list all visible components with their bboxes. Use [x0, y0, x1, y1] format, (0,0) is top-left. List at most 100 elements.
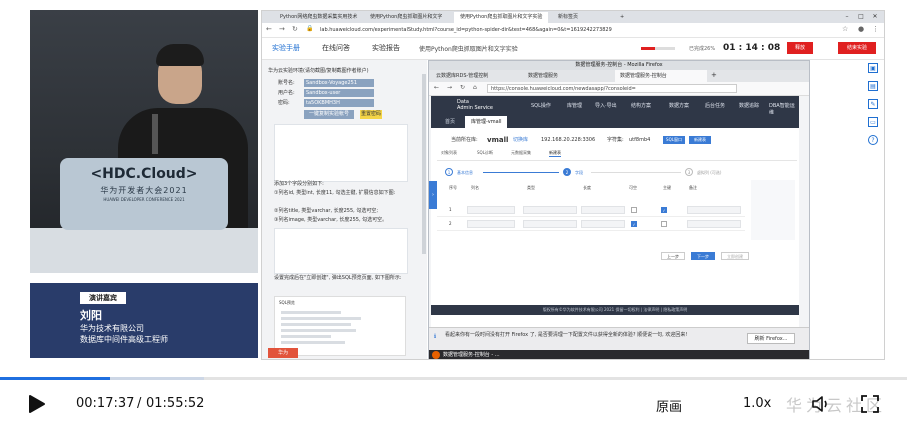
volume-icon[interactable]	[811, 395, 831, 417]
fullscreen-icon[interactable]	[860, 394, 880, 418]
reset-password-button[interactable]: 重置密码	[360, 110, 382, 119]
column-name-input[interactable]	[467, 220, 515, 228]
firefox-tab[interactable]: 云数据库RDS-管理控制	[431, 70, 521, 82]
subtab-db-vmall[interactable]: 库管理-vmall	[465, 116, 508, 128]
code-line	[281, 329, 356, 332]
home-icon[interactable]: ⌂	[473, 84, 477, 91]
inner-tab-active[interactable]: 新建表	[549, 150, 561, 157]
comment-input[interactable]	[687, 206, 741, 214]
new-table-button[interactable]: 新建表	[689, 136, 711, 144]
firefox-tab[interactable]: 数据管理服务	[523, 70, 613, 82]
step-connector	[591, 172, 681, 173]
new-tab-button[interactable]: +	[614, 12, 628, 23]
nav-item[interactable]: SQL操作	[531, 102, 551, 109]
lock-icon: 🔒	[306, 25, 314, 32]
copy-account-button[interactable]: 一键复制实验帐号	[304, 110, 354, 119]
nullable-checkbox[interactable]	[631, 207, 637, 213]
comment-input[interactable]	[687, 220, 741, 228]
maximize-icon[interactable]: □	[854, 11, 868, 23]
speaker-name: 刘阳	[80, 309, 102, 322]
document-icon[interactable]: ▤	[868, 81, 878, 91]
inner-tab[interactable]: 元数据采集	[511, 150, 531, 156]
browser-tab[interactable]: 新标签页	[552, 12, 612, 23]
tab-report[interactable]: 实验报告	[372, 43, 400, 53]
star-icon[interactable]: ☆	[842, 25, 848, 33]
db-name: vmall	[487, 136, 509, 144]
nav-item[interactable]: 后台任务	[705, 102, 725, 109]
play-icon[interactable]	[28, 394, 46, 418]
primary-key-checkbox[interactable]	[661, 221, 667, 227]
tab-manual[interactable]: 实验手册	[272, 43, 300, 53]
column-type-select[interactable]	[523, 206, 577, 214]
nav-item[interactable]: 数据方案	[669, 102, 689, 109]
speaker-company: 华为技术有限公司	[80, 324, 144, 333]
instruction-scrollbar[interactable]	[422, 74, 426, 254]
close-icon[interactable]: ✕	[868, 11, 882, 23]
firefox-url-field[interactable]: https://console.huaweicloud.com/newdasap…	[487, 84, 737, 93]
column-length-input[interactable]	[581, 206, 625, 214]
column-length-input[interactable]	[581, 220, 625, 228]
reload-icon[interactable]: ↻	[460, 84, 465, 91]
quality-button[interactable]: 原画	[656, 396, 682, 415]
nav-item[interactable]: 导入·导出	[595, 102, 617, 109]
lab-progress-track	[655, 47, 675, 50]
das-top-nav: Data Admin Service SQL操作 库管理 导入·导出 结构方案 数…	[431, 96, 799, 116]
edit-icon[interactable]: ✎	[868, 99, 878, 109]
refresh-firefox-button[interactable]: 刷新 Firefox...	[747, 333, 795, 344]
primary-key-checkbox[interactable]: ✓	[661, 207, 667, 213]
firefox-tab-active[interactable]: 数据管理服务-控制台	[615, 70, 707, 82]
nav-item[interactable]: 结构方案	[631, 102, 651, 109]
minimize-icon[interactable]: –	[840, 11, 854, 23]
taskbar-item[interactable]: 数据管理服务-控制台 - ...	[443, 351, 500, 359]
screen-share: Python网络爬虫数据采集实用技术 使用Python爬虫抓取图片和文字 使用P…	[261, 10, 885, 360]
row-index: 2	[449, 221, 452, 226]
forward-icon[interactable]: →	[447, 84, 452, 91]
podium-title: <HDC.Cloud>	[90, 166, 198, 182]
inner-tab[interactable]: 对象列表	[441, 150, 457, 156]
speaker-name-card: 演讲嘉宾 刘阳 华为技术有限公司 数据库中间件高级工程师	[30, 283, 258, 358]
account-icon[interactable]: ●	[858, 25, 864, 33]
video-stage[interactable]: <HDC.Cloud> 华为开发者大会2021 HUAWEI DEVELOPER…	[0, 0, 907, 378]
column-type-select[interactable]	[523, 220, 577, 228]
table-row[interactable]: 2 ✓	[437, 218, 745, 231]
charset-label: 字符集:	[607, 137, 624, 143]
nav-item[interactable]: 库管理	[567, 102, 582, 109]
back-icon[interactable]: ←	[266, 25, 272, 33]
col-header: 类型	[527, 185, 535, 190]
reload-icon[interactable]: ↻	[292, 25, 298, 33]
code-line	[281, 341, 345, 344]
nav-item[interactable]: 数据追踪	[739, 102, 759, 109]
release-button[interactable]: 释放	[787, 42, 813, 54]
subtab-home[interactable]: 首页	[439, 116, 461, 128]
sql-window-button[interactable]: SQL窗口	[663, 136, 685, 144]
field-value: Sandbox-Voyage251	[304, 79, 374, 87]
tab-qa[interactable]: 在线问答	[322, 43, 350, 53]
firefox-new-tab-icon[interactable]: +	[711, 71, 717, 79]
extension-panel	[751, 180, 795, 240]
browser-tab-active[interactable]: 使用Python爬虫抓取图片和文字实验	[454, 12, 548, 23]
switch-db-link[interactable]: 切换库	[513, 134, 528, 146]
speed-button[interactable]: 1.0x	[743, 396, 771, 411]
browser-tab[interactable]: Python网络爬虫数据采集实用技术	[274, 12, 362, 23]
instruction-panel: 华为云实验环境(请勿截图/复制截图作者账户) 账号名: Sandbox-Voya…	[262, 60, 427, 359]
url-field[interactable]: lab.huaweicloud.com/experimentalStudy.ht…	[320, 25, 750, 35]
help-icon[interactable]: ?	[868, 135, 878, 145]
nullable-checkbox[interactable]: ✓	[631, 221, 637, 227]
monitor-icon[interactable]: ▭	[868, 117, 878, 127]
back-icon[interactable]: ←	[434, 84, 439, 91]
forward-icon[interactable]: →	[279, 25, 285, 33]
code-line	[281, 317, 361, 320]
col-header: 备注	[689, 185, 697, 190]
table-row[interactable]: 1 ✓	[437, 204, 745, 217]
browser-tab[interactable]: 使用Python爬虫抓取图片和文字	[364, 12, 452, 23]
lab-timer: 01 : 14 : 08	[723, 43, 781, 53]
create-now-button[interactable]: 立即创建	[721, 252, 749, 260]
side-expand-icon[interactable]: ›	[429, 181, 437, 209]
inner-tab[interactable]: SQL诊断	[477, 150, 493, 156]
column-name-input[interactable]	[467, 206, 515, 214]
next-step-button[interactable]: 下一步	[691, 252, 715, 260]
menu-icon[interactable]: ⋮	[872, 25, 879, 33]
report-icon[interactable]: ▣	[868, 63, 878, 73]
prev-step-button[interactable]: 上一步	[661, 252, 685, 260]
end-lab-button[interactable]: 结束实验	[838, 42, 876, 54]
